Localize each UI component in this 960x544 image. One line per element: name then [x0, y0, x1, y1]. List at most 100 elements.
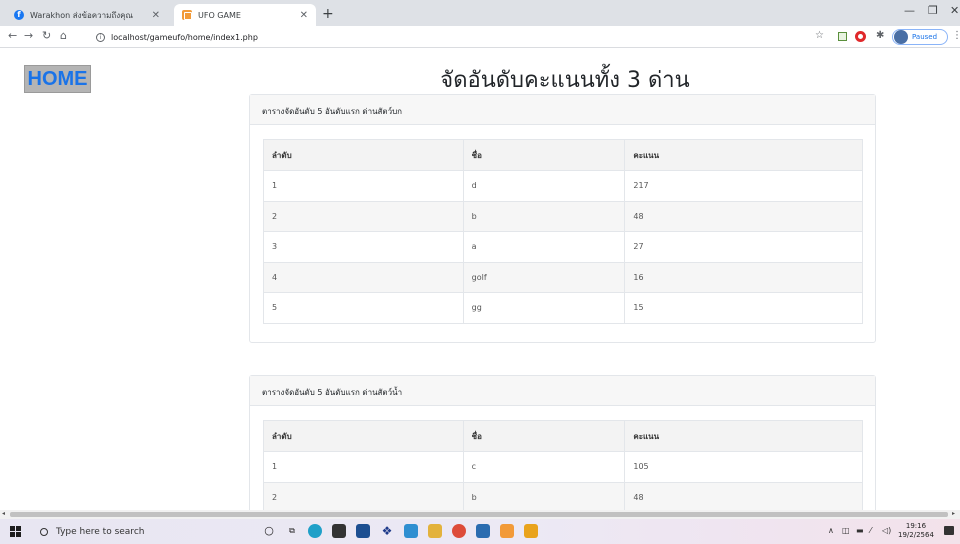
windows-start-icon[interactable] [10, 526, 21, 537]
name-cell: c [462, 451, 626, 483]
taskbar: Type here to search ○ ⧉ ❖ ∧ ◫ ▬ ⁄ ◁) 19:… [0, 519, 960, 544]
column-header: คะแนน [624, 139, 863, 171]
star-icon[interactable]: ☆ [815, 30, 824, 41]
address-text: localhost/gameufo/home/index1.php [111, 32, 258, 42]
name-cell: b [462, 481, 626, 510]
notification-icon[interactable] [944, 526, 954, 535]
tab-ufo-game[interactable]: UFO GAME ✕ [174, 4, 316, 26]
score-cell: 48 [624, 481, 863, 510]
info-icon[interactable]: i [96, 32, 105, 42]
rank-cell: 2 [263, 481, 464, 510]
table-row: 4 golf 16 [263, 261, 863, 293]
chrome-icon[interactable] [452, 524, 466, 538]
ranking-table-land: ลำดับ ชื่อ คะแนน 1 d 217 2 b 48 3 a 27 4… [263, 139, 863, 324]
volume-icon[interactable]: ◁) [882, 526, 891, 535]
forward-icon[interactable]: → [24, 29, 33, 42]
tab-strip: f Warakhon ส่งข้อความถึงคุณ ✕ UFO GAME ✕… [0, 0, 960, 26]
rank-cell: 5 [263, 292, 464, 324]
ufo-game-taskbar-icon[interactable] [500, 524, 514, 538]
ranking-table-water: ลำดับ ชื่อ คะแนน 1 c 105 2 b 48 [263, 420, 863, 510]
ufo-game-icon [182, 10, 192, 20]
table-row: 2 b 48 [263, 481, 863, 510]
window-close-icon[interactable]: ✕ [950, 4, 959, 17]
extension-icon[interactable] [838, 32, 847, 41]
page-title: จัดอันดับคะแนนทั้ง 3 ด่าน [440, 68, 690, 93]
table-header-row: ลำดับ ชื่อ คะแนน [263, 139, 863, 171]
back-icon[interactable]: ← [8, 29, 17, 42]
reload-icon[interactable]: ↻ [42, 29, 51, 42]
column-header: ลำดับ [263, 420, 464, 452]
network-icon[interactable]: ◫ [842, 526, 850, 535]
taskbar-clock[interactable]: 19:16 19/2/2564 [898, 522, 934, 540]
clock-time: 19:16 [905, 522, 927, 530]
name-cell: golf [462, 261, 626, 293]
home-button[interactable]: HOME [24, 65, 91, 93]
browser-toolbar: ← → ↻ ⌂ i localhost/gameufo/home/index1.… [0, 26, 960, 48]
score-cell: 27 [624, 231, 863, 263]
table-row: 3 a 27 [263, 231, 863, 263]
table-row: 1 c 105 [263, 451, 863, 483]
profile-status: Paused [912, 33, 938, 41]
score-cell: 15 [624, 292, 863, 324]
name-cell: d [462, 170, 626, 202]
file-explorer-icon[interactable] [428, 524, 442, 538]
puzzle-icon[interactable]: ✱ [876, 30, 884, 41]
tab-title: UFO GAME [198, 10, 241, 20]
close-icon[interactable]: ✕ [300, 10, 308, 21]
maximize-icon[interactable]: ❐ [928, 4, 938, 17]
home-icon[interactable]: ⌂ [60, 29, 67, 42]
clock-date: 19/2/2564 [898, 531, 934, 539]
horizontal-scrollbar[interactable]: ◂ ▸ [0, 510, 960, 519]
name-cell: gg [462, 292, 626, 324]
name-cell: b [462, 200, 626, 232]
tab-title: Warakhon ส่งข้อความถึงคุณ [30, 10, 133, 20]
card-header: ตารางจัดอันดับ 5 อันดับแรก ด่านสัตว์น้ำ [250, 376, 875, 406]
profile-button[interactable]: Paused [892, 29, 948, 45]
rank-cell: 1 [263, 451, 464, 483]
rank-cell: 1 [263, 170, 464, 202]
opera-icon[interactable] [855, 31, 866, 42]
close-icon[interactable]: ✕ [152, 10, 160, 21]
word-icon[interactable] [476, 524, 490, 538]
score-cell: 105 [624, 451, 863, 483]
avatar [894, 30, 908, 44]
scroll-left-icon[interactable]: ◂ [2, 510, 5, 517]
task-view-icon[interactable]: ⧉ [285, 524, 299, 538]
column-header: ลำดับ [263, 139, 464, 171]
column-header: ชื่อ [462, 420, 626, 452]
app-icon[interactable] [356, 524, 370, 538]
mail-icon[interactable] [404, 524, 418, 538]
search-placeholder: Type here to search [56, 526, 145, 537]
facebook-icon: f [14, 10, 24, 20]
table-row: 2 b 48 [263, 200, 863, 232]
scroll-right-icon[interactable]: ▸ [952, 510, 955, 517]
minimize-icon[interactable]: — [904, 4, 915, 17]
battery-icon[interactable]: ▬ [856, 526, 864, 535]
rank-cell: 3 [263, 231, 464, 263]
tab-facebook[interactable]: f Warakhon ส่งข้อความถึงคุณ ✕ [6, 4, 168, 26]
store-icon[interactable] [332, 524, 346, 538]
edge-icon[interactable] [308, 524, 322, 538]
column-header: ชื่อ [462, 139, 626, 171]
scrollbar-thumb[interactable] [10, 512, 948, 517]
card-header: ตารางจัดอันดับ 5 อันดับแรก ด่านสัตว์บก [250, 95, 875, 125]
new-tab-button[interactable]: + [322, 6, 334, 22]
language-icon[interactable]: ⁄ [870, 526, 871, 535]
menu-icon[interactable]: ⋮ [952, 30, 960, 41]
ranking-card-water: ตารางจัดอันดับ 5 อันดับแรก ด่านสัตว์น้ำ … [249, 375, 876, 510]
search-icon [40, 527, 48, 536]
taskbar-search[interactable]: Type here to search [34, 523, 244, 540]
column-header: คะแนน [624, 420, 863, 452]
rank-cell: 2 [263, 200, 464, 232]
address-bar[interactable]: i localhost/gameufo/home/index1.php [96, 29, 258, 45]
score-cell: 16 [624, 261, 863, 293]
score-cell: 48 [624, 200, 863, 232]
rank-cell: 4 [263, 261, 464, 293]
table-row: 5 gg 15 [263, 292, 863, 324]
ranking-card-land: ตารางจัดอันดับ 5 อันดับแรก ด่านสัตว์บก ล… [249, 94, 876, 343]
dropbox-icon[interactable]: ❖ [380, 524, 394, 538]
page-content: HOME จัดอันดับคะแนนทั้ง 3 ด่าน ตารางจัดอ… [0, 48, 960, 510]
chevron-up-icon[interactable]: ∧ [828, 526, 834, 535]
sublime-icon[interactable] [524, 524, 538, 538]
cortana-icon[interactable]: ○ [262, 524, 276, 538]
